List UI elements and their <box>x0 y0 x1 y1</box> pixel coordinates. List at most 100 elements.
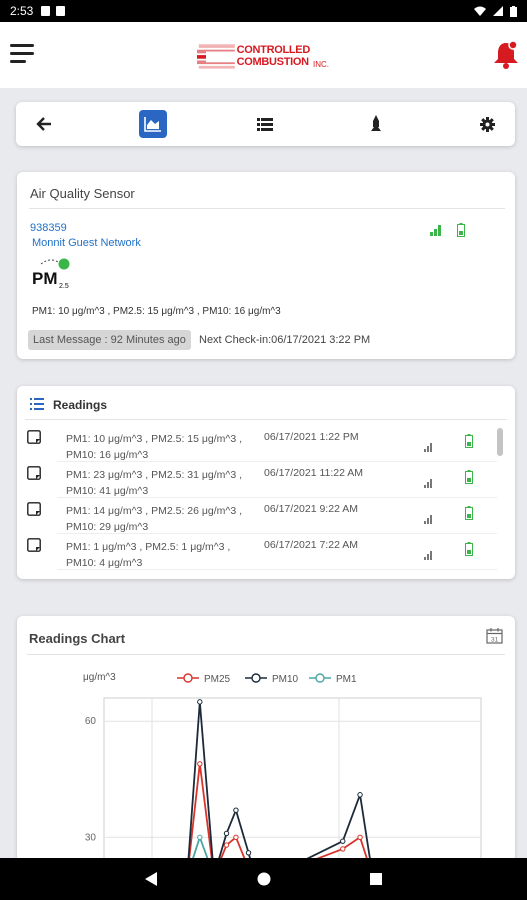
readings-line-chart: 30 60 μg/m^3 PM25 PM10 PM1 <box>83 672 482 876</box>
logo-line-2: COMBUSTION <box>236 56 309 68</box>
data-point-pm25 <box>357 834 363 841</box>
divider <box>29 208 505 209</box>
wifi-icon <box>474 6 486 16</box>
back-nav-icon[interactable] <box>145 872 157 886</box>
data-point-pm10 <box>245 850 252 856</box>
reading-date: 06/17/2021 7:22 AM <box>264 539 358 551</box>
network-link[interactable]: Monnit Guest Network <box>32 237 141 249</box>
battery-level-icon <box>465 470 473 484</box>
tab-calibrate[interactable] <box>362 110 390 138</box>
data-point-pm10 <box>357 792 363 798</box>
svg-text:31: 31 <box>491 637 499 644</box>
legend-marker <box>251 673 261 683</box>
list-icon <box>257 117 273 131</box>
reading-date: 06/17/2021 11:22 AM <box>264 467 364 479</box>
data-point-pm1 <box>197 834 203 841</box>
legend-marker <box>315 673 325 683</box>
note-icon <box>27 466 41 480</box>
data-point-pm25 <box>340 846 346 852</box>
note-icon <box>27 538 41 552</box>
readings-scrollbar[interactable] <box>497 428 503 456</box>
row-divider <box>57 569 497 570</box>
note-icon <box>27 502 41 516</box>
data-point-pm10 <box>233 807 239 813</box>
readings-card: Readings PM1: 10 μg/m^3 , PM2.5: 15 μg/m… <box>17 386 515 579</box>
signal-strength-icon <box>430 225 441 236</box>
divider <box>27 654 505 655</box>
calendar-icon[interactable]: 31 <box>486 628 503 644</box>
back-button[interactable] <box>30 110 58 138</box>
reading-row[interactable]: PM1: 14 μg/m^3 , PM2.5: 26 μg/m^3 , PM10:… <box>17 498 497 534</box>
legend-label: PM10 <box>272 674 299 685</box>
chart-title: Readings Chart <box>29 631 126 646</box>
logo-mark <box>197 44 237 69</box>
plot-area <box>103 697 482 876</box>
sensor-card: Air Quality Sensor 938359 Monnit Guest N… <box>17 172 515 359</box>
reading-date: 06/17/2021 9:22 AM <box>264 503 358 515</box>
arrow-left-icon <box>36 117 51 131</box>
data-point-pm10 <box>223 830 230 837</box>
company-logo: CONTROLLED COMBUSTION INC. <box>197 37 329 75</box>
data-point-pm25 <box>233 834 239 841</box>
sim-icon <box>56 6 66 16</box>
sensor-id-link[interactable]: 938359 <box>30 222 67 234</box>
data-point-pm10 <box>340 838 346 844</box>
menu-icon[interactable] <box>10 44 34 64</box>
app-bar: CONTROLLED COMBUSTION INC. <box>0 22 527 88</box>
sensor-card-title: Air Quality Sensor <box>30 186 135 201</box>
logo-suffix: INC. <box>313 60 329 69</box>
data-point-pm25 <box>197 761 203 767</box>
legend-label: PM25 <box>204 674 231 685</box>
readings-title: Readings <box>53 398 108 412</box>
signal-strength-icon <box>424 443 432 452</box>
recents-nav-icon[interactable] <box>370 873 382 885</box>
reading-date: 06/17/2021 1:22 PM <box>264 431 359 443</box>
tab-chart[interactable] <box>139 110 167 138</box>
svg-text:PM: PM <box>32 269 58 288</box>
sensor-reading: PM1: 10 μg/m^3 , PM2.5: 15 μg/m^3 , PM10… <box>32 306 281 317</box>
battery-level-icon <box>457 223 465 237</box>
notification-icon <box>41 6 51 16</box>
note-icon <box>27 430 41 444</box>
system-nav-bar <box>0 858 527 900</box>
reading-values-line-1: PM1: 1 μg/m^3 , PM2.5: 1 μg/m^3 , <box>66 541 231 553</box>
notification-bell-icon[interactable] <box>492 39 520 71</box>
y-axis-label: μg/m^3 <box>83 672 116 683</box>
reading-values-line-1: PM1: 10 μg/m^3 , PM2.5: 15 μg/m^3 , <box>66 433 243 445</box>
data-point-pm10 <box>197 699 203 705</box>
readings-chart-card: Readings Chart 31 30 60 μg/m^3 PM25 PM10 PM1 <box>17 616 515 876</box>
signal-strength-icon <box>424 551 432 560</box>
reading-values-line-1: PM1: 23 μg/m^3 , PM2.5: 31 μg/m^3 , <box>66 469 243 481</box>
logo-line-1: CONTROLLED <box>236 44 311 56</box>
calibrate-icon <box>371 115 381 131</box>
pm25-sensor-icon: PM 2.5 <box>32 258 70 290</box>
tab-settings[interactable] <box>473 110 501 138</box>
data-point-pm25 <box>223 842 230 848</box>
battery-level-icon <box>465 434 473 448</box>
home-nav-icon[interactable] <box>257 872 271 886</box>
cell-signal-icon <box>493 6 503 16</box>
last-message-badge: Last Message : 92 Minutes ago <box>28 330 191 350</box>
next-checkin: Next Check-in:06/17/2021 3:22 PM <box>199 334 371 346</box>
status-bar: 2:53 <box>0 0 527 22</box>
gear-icon <box>479 116 495 132</box>
reading-row[interactable]: PM1: 10 μg/m^3 , PM2.5: 15 μg/m^3 , PM10:… <box>17 426 497 462</box>
tab-list[interactable] <box>251 110 279 138</box>
status-time: 2:53 <box>10 4 34 18</box>
battery-icon <box>510 5 517 17</box>
battery-level-icon <box>465 506 473 520</box>
svg-text:2.5: 2.5 <box>59 283 69 290</box>
area-chart-icon <box>144 117 161 132</box>
signal-strength-icon <box>424 479 432 488</box>
reading-values-line-1: PM1: 14 μg/m^3 , PM2.5: 26 μg/m^3 , <box>66 505 243 517</box>
y-tick-label: 60 <box>85 716 97 727</box>
signal-strength-icon <box>424 515 432 524</box>
battery-level-icon <box>465 542 473 556</box>
y-tick-label: 30 <box>85 832 97 843</box>
legend-marker <box>183 673 193 683</box>
reading-row[interactable]: PM1: 1 μg/m^3 , PM2.5: 1 μg/m^3 , PM10: 4… <box>17 534 497 570</box>
reading-row[interactable]: PM1: 23 μg/m^3 , PM2.5: 31 μg/m^3 , PM10:… <box>17 462 497 498</box>
legend-label: PM1 <box>336 674 357 685</box>
list-icon <box>30 398 44 410</box>
sensor-toolbar <box>16 102 515 146</box>
